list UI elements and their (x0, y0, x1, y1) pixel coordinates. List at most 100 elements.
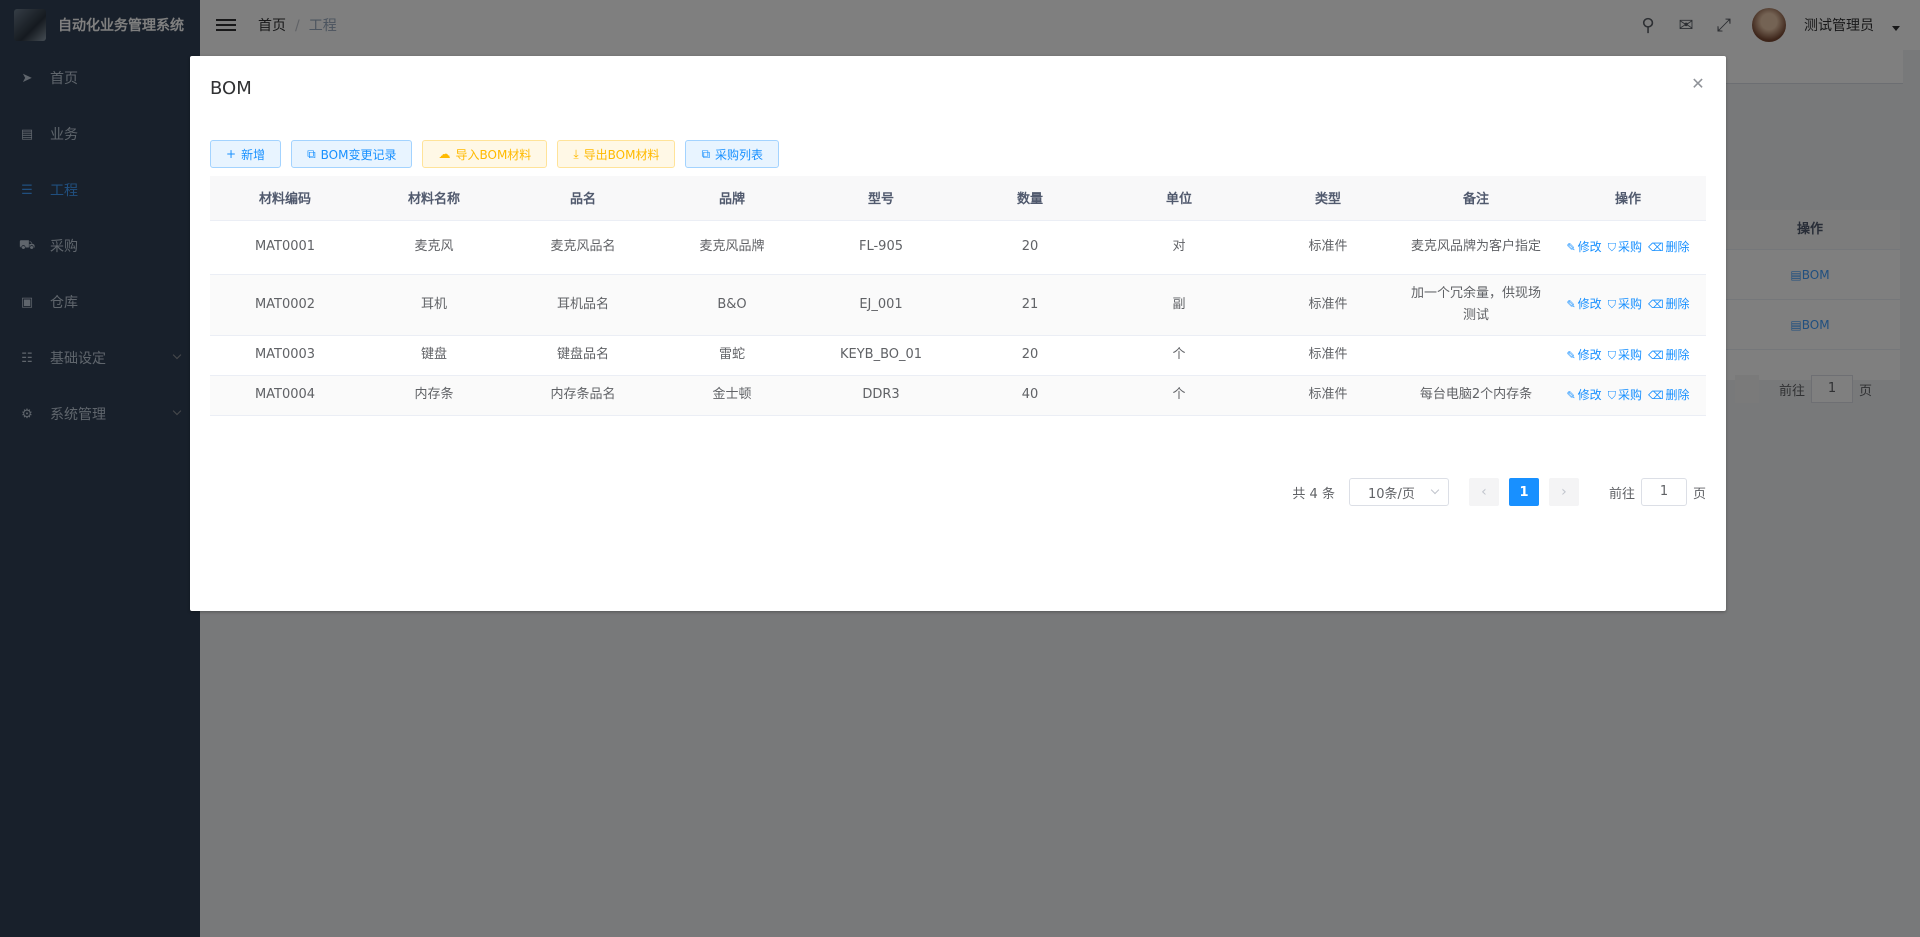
cart-icon: ⛉ (1607, 348, 1616, 362)
row-actions: ✎ 修改 ⛉ 采购 ⌫ 删除 (1550, 375, 1706, 416)
table-cell: 标准件 (1254, 335, 1402, 376)
table-cell: 麦克风品牌为客户指定 (1402, 220, 1550, 275)
dialog-toolbar: + 新增 ⧉ BOM变更记录 ☁ 导入BOM材料 ⤓ 导出BOM材料 ⧉ 采购列表 (210, 140, 780, 168)
next-page-button[interactable]: › (1548, 478, 1579, 506)
table-cell: 麦克风品牌 (658, 220, 806, 275)
column-header: 材料编码 (210, 176, 360, 221)
table-cell: MAT0004 (210, 375, 360, 416)
edit-icon: ✎ (1566, 298, 1576, 311)
column-header: 品牌 (658, 176, 806, 221)
row-action-link[interactable]: ⛉ 采购 (1608, 348, 1642, 362)
edit-icon: ✎ (1566, 240, 1576, 254)
row-action-link[interactable]: ✎ 修改 (1566, 388, 1601, 402)
table-cell: 个 (1104, 335, 1254, 376)
table-cell: 每台电脑2个内存条 (1402, 375, 1550, 416)
chevron-down-icon (1430, 485, 1440, 495)
table-cell: 麦克风品名 (508, 220, 658, 275)
edit-icon: ✎ (1566, 348, 1576, 362)
row-action-link[interactable]: ⌫ 删除 (1648, 240, 1690, 254)
table-row: MAT0003 键盘 键盘品名 雷蛇 KEYB_BO_01 20 个标准件 ✎ 修改 ⛉ 采购 ⌫ 删除 (210, 335, 1706, 376)
download-icon: ⤓ (573, 146, 579, 161)
table-cell: 标准件 (1254, 274, 1402, 336)
row-action-label: 修改 (1577, 297, 1602, 311)
row-actions: ✎ 修改 ⛉ 采购 ⌫ 删除 (1550, 335, 1706, 376)
goto-label: 前往 (1608, 486, 1635, 502)
table-row: MAT0004 内存条 内存条品名 金士顿 DDR3 40 个标准件 每台电脑2个内存条 ✎ 修改… (210, 375, 1706, 416)
row-action-link[interactable]: ⛉ 采购 (1608, 240, 1642, 254)
table-cell: 副 (1104, 274, 1254, 336)
table-cell: MAT0003 (210, 335, 360, 376)
table-cell: 耳机 (360, 274, 508, 336)
toolbar-button[interactable]: ⧉ 采购列表 (685, 140, 780, 168)
page-suffix: 页 (1692, 486, 1706, 502)
toolbar-button-label: 采购列表 (715, 147, 764, 162)
cloud-upload-icon: ☁ (438, 147, 451, 161)
page-jump-input[interactable]: 1 (1640, 478, 1687, 506)
table-cell: 20 (956, 335, 1104, 376)
row-action-link[interactable]: ✎ 修改 (1566, 297, 1601, 311)
table-cell: 对 (1104, 220, 1254, 275)
table-cell: B&O (658, 274, 806, 336)
table-cell: 21 (956, 274, 1104, 336)
plus-icon: + (226, 147, 237, 161)
cart-icon: ⛉ (1607, 240, 1616, 254)
bom-table: 材料编码 材料名称 品名 品牌 型号 数量 单位 类型 备注 操作 MAT0001 麦克风 麦克风品名… (210, 176, 1706, 416)
row-actions: ✎ 修改 ⛉ 采购 ⌫ 删除 (1550, 274, 1706, 336)
trash-icon: ⌫ (1647, 240, 1664, 254)
row-action-link[interactable]: ⛉ 采购 (1608, 388, 1642, 402)
row-action-link[interactable]: ⌫ 删除 (1648, 348, 1690, 362)
table-cell: 个 (1104, 375, 1254, 416)
row-action-label: 修改 (1577, 347, 1602, 362)
toolbar-button-label: BOM变更记录 (320, 147, 397, 162)
table-cell: EJ_001 (806, 274, 956, 336)
table-cell: MAT0002 (210, 274, 360, 336)
toolbar-button-label: 导入BOM材料 (455, 147, 532, 162)
row-action-label: 删除 (1665, 387, 1690, 402)
row-action-label: 采购 (1617, 387, 1642, 402)
row-action-link[interactable]: ⛉ 采购 (1608, 297, 1642, 311)
table-cell: MAT0001 (210, 220, 360, 275)
table-cell: KEYB_BO_01 (806, 335, 956, 376)
table-cell: 加一个冗余量，供现场测试 (1402, 274, 1550, 336)
column-header: 类型 (1254, 176, 1402, 221)
prev-page-button[interactable]: ‹ (1468, 478, 1499, 506)
table-cell: 耳机品名 (508, 274, 658, 336)
trash-icon: ⌫ (1647, 348, 1664, 362)
row-action-label: 修改 (1577, 387, 1602, 402)
toolbar-button[interactable]: ⧉ BOM变更记录 (291, 140, 413, 168)
row-action-link[interactable]: ⌫ 删除 (1648, 297, 1690, 311)
toolbar-button[interactable]: + 新增 (210, 140, 282, 168)
dialog-title: BOM (210, 78, 252, 99)
toolbar-button-label: 新增 (241, 147, 266, 162)
page-size-select[interactable]: 10条/页 (1348, 478, 1449, 506)
close-icon[interactable]: ✕ (1690, 76, 1706, 92)
table-body: MAT0001 麦克风 麦克风品名 麦克风品牌 FL-905 20 对标准件 麦克风品牌为客户… (210, 220, 1706, 416)
edit-icon: ✎ (1566, 388, 1576, 402)
row-actions: ✎ 修改 ⛉ 采购 ⌫ 删除 (1550, 220, 1706, 275)
table-cell: FL-905 (806, 220, 956, 275)
cart-icon: ⛉ (1607, 298, 1616, 311)
column-header: 品名 (508, 176, 658, 221)
page-number-current[interactable]: 1 (1508, 478, 1539, 506)
table-cell: DDR3 (806, 375, 956, 416)
table-cell: 20 (956, 220, 1104, 275)
row-action-label: 修改 (1577, 239, 1602, 254)
row-action-link[interactable]: ✎ 修改 (1566, 348, 1601, 362)
table-cell: 标准件 (1254, 220, 1402, 275)
copy-icon: ⧉ (701, 146, 711, 161)
toolbar-button[interactable]: ☁ 导入BOM材料 (422, 140, 548, 168)
toolbar-button[interactable]: ⤓ 导出BOM材料 (557, 140, 676, 168)
trash-icon: ⌫ (1647, 388, 1664, 402)
table-row: MAT0001 麦克风 麦克风品名 麦克风品牌 FL-905 20 对标准件 麦克风品牌为客户… (210, 220, 1706, 275)
table-cell: 标准件 (1254, 375, 1402, 416)
row-action-link[interactable]: ⌫ 删除 (1648, 388, 1690, 402)
column-header: 单位 (1104, 176, 1254, 221)
trash-icon: ⌫ (1647, 298, 1664, 311)
row-action-label: 采购 (1617, 239, 1642, 254)
toolbar-button-label: 导出BOM材料 (583, 147, 660, 162)
pagination-total: 共 4 条 (1292, 486, 1335, 502)
page-size-value: 10条/页 (1367, 486, 1415, 502)
row-action-link[interactable]: ✎ 修改 (1566, 240, 1601, 254)
column-header: 数量 (956, 176, 1104, 221)
copy-icon: ⧉ (307, 146, 316, 161)
